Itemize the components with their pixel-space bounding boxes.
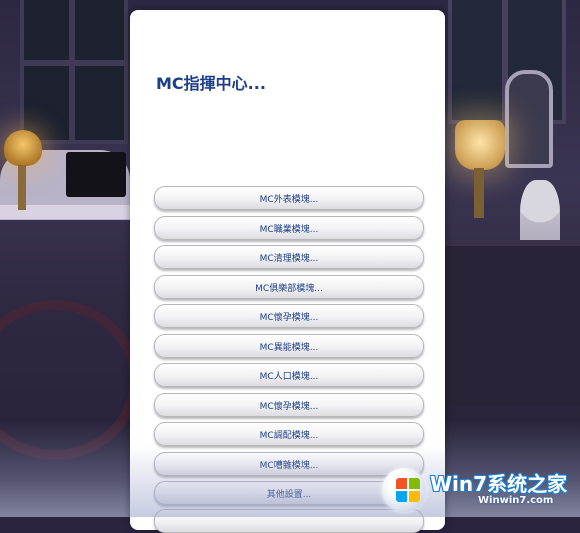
background-mirror [505,70,553,168]
mc-pregnancy-module-button-2[interactable]: MC懷孕模塊... [154,393,424,417]
button-label: MC懷孕模塊... [259,312,319,323]
mc-appearance-module-button[interactable]: MC外表模塊... [154,186,424,210]
button-label: MC懷孕模塊... [259,401,319,412]
background-lamp-left [4,130,42,166]
background-lamp-right [455,120,505,170]
background-dresser [445,240,580,406]
mc-cleanup-module-button[interactable]: MC清理模塊... [154,245,424,269]
watermark-brand: Win7系统之家 [430,472,568,496]
background-window-left [20,0,128,144]
button-label: MC清理模塊... [259,253,319,264]
dialog-title: MC指揮中心... [156,74,266,93]
mc-club-module-button[interactable]: MC俱樂部模塊... [154,275,424,299]
button-label: MC俱樂部模塊... [255,283,323,294]
button-label: MC外表模塊... [259,194,319,205]
mc-career-module-button[interactable]: MC職業模塊... [154,216,424,240]
button-label: MC調配模塊... [259,430,319,441]
mc-population-module-button[interactable]: MC人口模塊... [154,363,424,387]
button-label: MC人口模塊... [259,371,319,382]
windows-logo-icon [382,468,426,512]
background-lamp-left-stand [18,165,26,210]
button-label: MC職業模塊... [259,224,319,235]
background-lamp-right-stand [474,168,484,218]
mc-tuner-module-button[interactable]: MC調配模塊... [154,422,424,446]
button-label: MC異能模塊... [259,342,319,353]
mc-pregnancy-module-button[interactable]: MC懷孕模塊... [154,304,424,328]
watermark: Win7系统之家 Winwin7.com [378,468,580,517]
watermark-url: Winwin7.com [478,495,554,506]
button-label: MC嘈雜模塊... [259,460,319,471]
background-monitor [66,152,126,197]
button-label: 其他設置... [266,489,312,500]
mc-occult-module-button[interactable]: MC異能模塊... [154,334,424,358]
